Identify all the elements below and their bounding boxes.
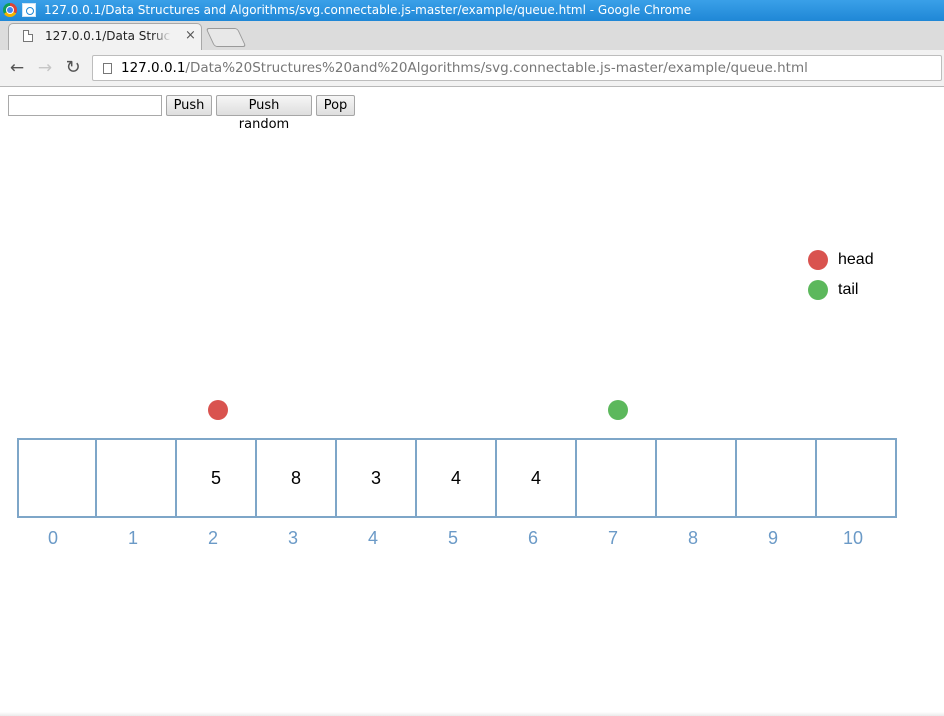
tab-close-icon[interactable]: ×	[185, 28, 196, 43]
queue-cell	[577, 438, 657, 518]
queue-cell-value: 4	[450, 467, 461, 488]
queue-index-label: 10	[842, 528, 864, 548]
queue-index-label: 2	[207, 528, 218, 548]
queue-cell-value: 3	[370, 467, 381, 488]
queue-cell: 8	[257, 438, 337, 518]
new-tab-button[interactable]	[205, 28, 247, 47]
queue-cell: 3	[337, 438, 417, 518]
tab-strip: 127.0.0.1/Data Structur ×	[0, 21, 944, 50]
queue-cell-value: 8	[290, 467, 301, 488]
queue-cell-value: 4	[530, 467, 541, 488]
tail-legend-dot	[808, 280, 828, 300]
queue-index-label: 8	[687, 528, 698, 548]
back-icon[interactable]: ←	[7, 58, 27, 78]
window-title: 127.0.0.1/Data Structures and Algorithms…	[44, 3, 692, 17]
url-host: 127.0.0.1	[121, 60, 186, 76]
queue-index-label: 7	[607, 528, 618, 548]
queue-cell	[737, 438, 817, 518]
chrome-logo-icon	[3, 3, 17, 17]
queue-cell	[817, 438, 897, 518]
queue-index-label: 4	[367, 528, 378, 548]
queue-index-label: 1	[127, 528, 138, 548]
url-path: /Data%20Structures%20and%20Algorithms/sv…	[185, 60, 808, 76]
reload-icon[interactable]: ↻	[63, 58, 83, 78]
queue-index-label: 3	[287, 528, 298, 548]
queue-array: 5 8 3 4 4	[17, 438, 897, 519]
queue-index-label: 6	[527, 528, 538, 548]
queue-cell	[657, 438, 737, 518]
window-bottom-edge	[0, 712, 944, 716]
queue-index-label: 5	[447, 528, 458, 548]
url-text[interactable]: 127.0.0.1/Data%20Structures%20and%20Algo…	[121, 60, 808, 76]
queue-cell: 4	[417, 438, 497, 518]
legend-tail-label: tail	[838, 281, 859, 298]
forward-icon[interactable]: →	[35, 58, 55, 78]
push-button[interactable]: Push	[166, 95, 212, 116]
head-legend-dot	[808, 250, 828, 270]
queue-index-label: 0	[47, 528, 58, 548]
window-titlebar: 127.0.0.1/Data Structures and Algorithms…	[0, 0, 944, 21]
browser-toolbar: ← → ↻ 127.0.0.1/Data%20Structures%20and%…	[0, 50, 944, 87]
tab-queue[interactable]: 127.0.0.1/Data Structur ×	[8, 23, 202, 50]
queue-cell: 5	[177, 438, 257, 518]
queue-cell: 4	[497, 438, 577, 518]
tail-pointer-dot	[608, 400, 628, 420]
queue-cell	[17, 438, 97, 518]
pop-button[interactable]: Pop	[316, 95, 355, 116]
queue-cell-value: 5	[210, 467, 221, 488]
queue-index-label: 9	[767, 528, 778, 548]
address-bar[interactable]: 127.0.0.1/Data%20Structures%20and%20Algo…	[92, 55, 942, 81]
tab-title: 127.0.0.1/Data Structur	[45, 29, 171, 43]
legend-head-label: head	[838, 251, 874, 268]
value-input[interactable]	[8, 95, 162, 116]
queue-cell	[97, 438, 177, 518]
page-info-icon[interactable]	[103, 63, 112, 74]
window-menu-icon[interactable]	[22, 3, 36, 17]
page-icon	[23, 30, 33, 42]
push-random-button[interactable]: Push random	[216, 95, 312, 132]
head-pointer-dot	[208, 400, 228, 420]
